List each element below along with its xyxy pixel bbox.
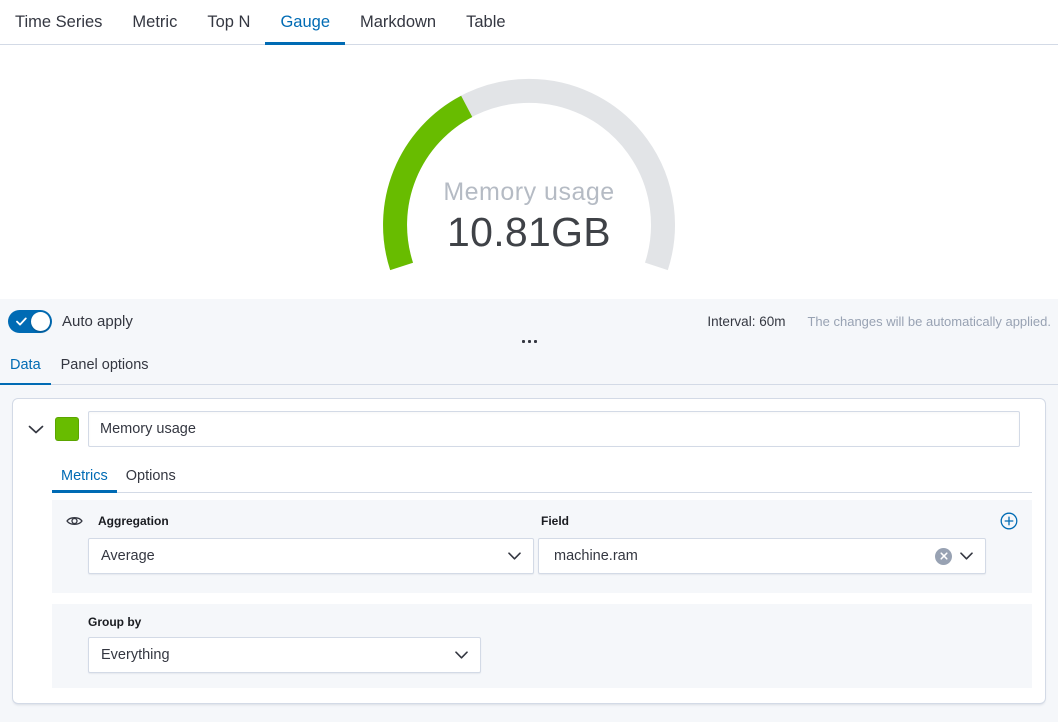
group-by-value: Everything xyxy=(101,647,170,663)
series-header xyxy=(13,399,1045,447)
gauge-preview-area: Memory usage 10.81GB xyxy=(0,45,1058,299)
cross-circle-icon xyxy=(940,552,948,560)
gauge-chart: Memory usage 10.81GB xyxy=(379,75,679,299)
tab-gauge[interactable]: Gauge xyxy=(265,0,345,44)
field-combobox[interactable]: machine.ram xyxy=(538,538,986,574)
series-collapse-button[interactable] xyxy=(28,425,44,434)
metric-visibility-button[interactable] xyxy=(66,514,88,528)
toggle-thumb xyxy=(31,312,50,331)
gauge-title: Memory usage xyxy=(443,178,614,206)
series-panel: Metrics Options Aggregation Field xyxy=(12,398,1046,704)
ellipsis-icon xyxy=(534,340,537,343)
panel-editor: Auto apply Interval: 60m The changes wil… xyxy=(0,299,1058,722)
chevron-down-icon xyxy=(960,552,973,560)
tab-metric[interactable]: Metric xyxy=(117,0,192,44)
tab-label: Gauge xyxy=(280,13,330,31)
group-by-select[interactable]: Everything xyxy=(88,637,481,673)
panel-resize-handle[interactable] xyxy=(0,334,1058,348)
auto-apply-toggle[interactable] xyxy=(8,310,52,333)
tab-label: Metrics xyxy=(61,468,108,484)
editor-toolbar: Auto apply Interval: 60m The changes wil… xyxy=(0,299,1058,334)
series-color-swatch[interactable] xyxy=(55,417,79,441)
eye-icon xyxy=(66,514,83,528)
series-tabs: Metrics Options xyxy=(52,462,1032,493)
ellipsis-icon xyxy=(522,340,525,343)
series-name-input[interactable] xyxy=(88,411,1020,447)
auto-apply-note: The changes will be automatically applie… xyxy=(807,314,1051,329)
gauge-value: 10.81GB xyxy=(447,209,611,255)
tab-markdown[interactable]: Markdown xyxy=(345,0,451,44)
tab-label: Metric xyxy=(132,13,177,31)
tab-label: Data xyxy=(10,357,41,373)
auto-apply-label: Auto apply xyxy=(62,313,133,330)
aggregation-select[interactable]: Average xyxy=(88,538,534,574)
ellipsis-icon xyxy=(528,340,531,343)
metric-row: Aggregation Field Average machine.r xyxy=(52,500,1032,593)
add-metric-button[interactable] xyxy=(1000,512,1018,530)
visualization-type-tabs: Time Series Metric Top N Gauge Markdown … xyxy=(0,0,1058,45)
tab-metrics[interactable]: Metrics xyxy=(52,462,117,492)
group-by-section: Group by Everything xyxy=(52,604,1032,688)
tab-panel-options[interactable]: Panel options xyxy=(51,348,159,384)
tab-data[interactable]: Data xyxy=(0,348,51,384)
tab-label: Panel options xyxy=(61,357,149,373)
chevron-down-icon xyxy=(455,651,468,659)
tab-options[interactable]: Options xyxy=(117,462,185,492)
aggregation-value: Average xyxy=(101,548,155,564)
check-icon xyxy=(16,317,27,326)
field-value: machine.ram xyxy=(554,548,638,564)
tab-top-n[interactable]: Top N xyxy=(192,0,265,44)
tab-time-series[interactable]: Time Series xyxy=(0,0,117,44)
editor-tabs: Data Panel options xyxy=(0,348,1058,385)
tab-label: Time Series xyxy=(15,13,102,31)
interval-text: Interval: 60m xyxy=(707,314,785,329)
plus-circle-icon xyxy=(1000,512,1018,530)
tab-label: Table xyxy=(466,13,505,31)
tab-label: Top N xyxy=(207,13,250,31)
tsvb-editor: Time Series Metric Top N Gauge Markdown … xyxy=(0,0,1058,722)
chevron-down-icon xyxy=(28,425,44,434)
chevron-down-icon xyxy=(508,552,521,560)
tab-label: Options xyxy=(126,468,176,484)
clear-field-button[interactable] xyxy=(935,548,952,565)
field-label: Field xyxy=(538,514,986,528)
group-by-label: Group by xyxy=(88,615,1018,629)
tab-label: Markdown xyxy=(360,13,436,31)
tab-table[interactable]: Table xyxy=(451,0,520,44)
aggregation-label: Aggregation xyxy=(88,514,538,528)
toolbar-right: Interval: 60m The changes will be automa… xyxy=(707,314,1051,329)
